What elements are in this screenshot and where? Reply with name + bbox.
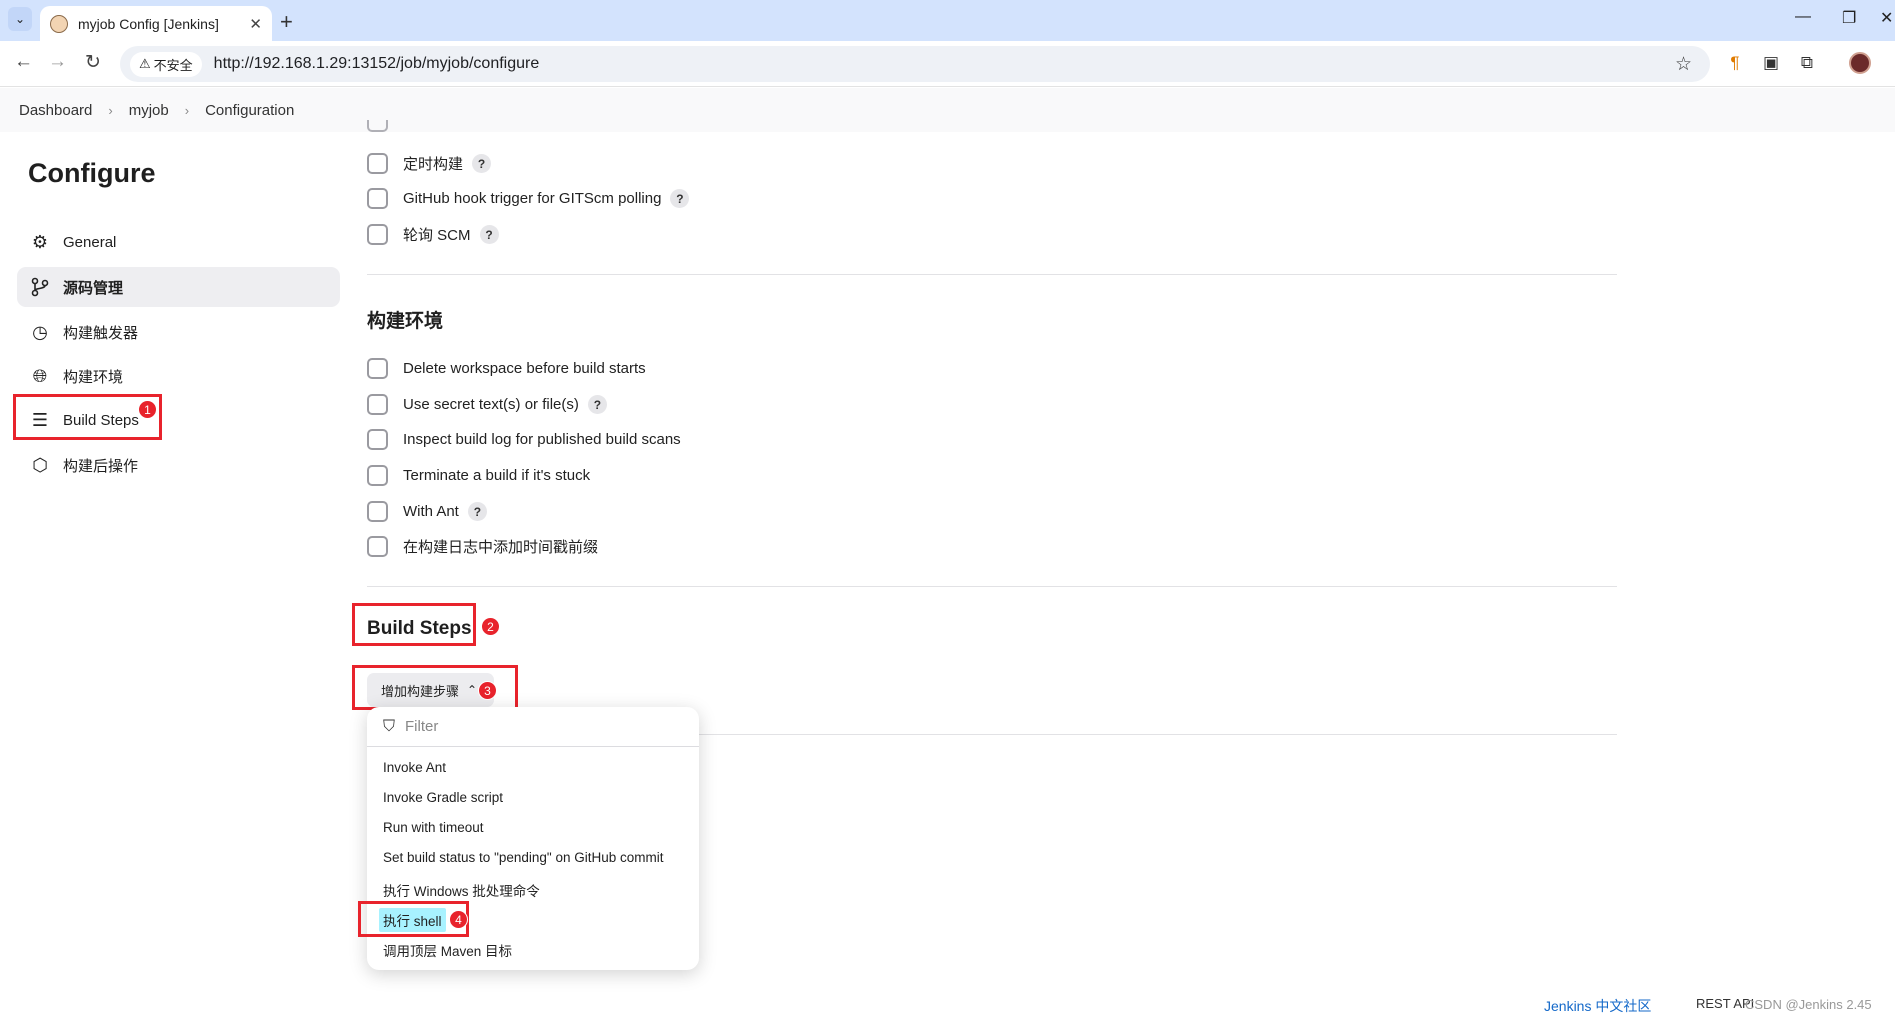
breadcrumb-dashboard[interactable]: Dashboard [19,102,92,119]
sidebar-item-label: 构建后操作 [63,457,139,475]
checkbox[interactable] [367,394,388,415]
sidebar-item-triggers[interactable]: ◷ 构建触发器 [17,312,340,352]
annotation-box-2 [352,603,476,646]
browser-tab-bar: ⌄ myjob Config [Jenkins] ✕ + — ❐ ✕ [0,0,1895,41]
checkbox[interactable] [367,153,388,174]
sidebar-item-label: General [63,233,117,251]
checkbox[interactable] [367,188,388,209]
annotation-box-1 [13,394,162,440]
checkbox[interactable] [367,536,388,557]
jenkins-favicon-icon [50,14,68,33]
clock-icon: ◷ [32,321,48,342]
trigger-row[interactable]: 轮询 SCM ? [367,224,499,245]
checkbox[interactable] [367,501,388,522]
security-label: 不安全 [153,57,193,73]
extension-translate-icon[interactable]: ¶ [1725,53,1745,73]
build-env-row[interactable]: 在构建日志中添加时间戳前缀 [367,536,598,557]
forward-icon[interactable]: → [48,51,67,73]
url-text[interactable]: http://192.168.1.29:13152/job/myjob/conf… [214,55,540,73]
menu-item-run-with-timeout[interactable]: Run with timeout [383,820,484,835]
checkbox-partial [367,120,388,132]
back-icon[interactable]: ← [14,51,33,73]
build-env-row[interactable]: Use secret text(s) or file(s) ? [367,394,607,415]
minimize-icon[interactable]: — [1795,8,1811,26]
globe-icon: 🌐︎ [32,365,48,386]
annotation-badge-1: 1 [138,400,157,419]
checkbox-label: 在构建日志中添加时间戳前缀 [403,539,599,556]
annotation-badge-4: 4 [449,910,468,929]
sidebar-item-label: 源码管理 [63,279,124,297]
footer-community-link[interactable]: Jenkins 中文社区 [1544,996,1651,1016]
security-chip[interactable]: ⚠ 不安全 [130,51,202,77]
bookmark-star-icon[interactable]: ☆ [1675,53,1692,76]
filter-input[interactable]: ⛉ Filter [367,707,699,747]
checkbox-label: Delete workspace before build starts [403,360,646,377]
checkbox[interactable] [367,429,388,450]
checkbox-label: 轮询 SCM [403,227,471,244]
sidebar-item-label: 构建环境 [63,368,124,386]
menu-item-set-build-status[interactable]: Set build status to "pending" on GitHub … [383,850,663,865]
menu-item-windows-batch[interactable]: 执行 Windows 批处理命令 [383,880,540,900]
tab-title: myjob Config [Jenkins] [78,15,219,32]
checkbox[interactable] [367,224,388,245]
warning-icon: ⚠ [139,56,151,71]
extensions-puzzle-icon[interactable]: ⧉ [1797,53,1817,73]
menu-item-invoke-ant[interactable]: Invoke Ant [383,760,446,775]
gear-icon: ⚙ [31,231,49,252]
help-icon[interactable]: ? [587,395,607,414]
help-icon[interactable]: ? [467,502,487,521]
breadcrumb: Dashboard › myjob › Configuration [0,88,1895,132]
trigger-row[interactable]: GitHub hook trigger for GITScm polling ? [367,188,690,209]
checkbox[interactable] [367,358,388,379]
checkbox-label: GitHub hook trigger for GITScm polling [403,190,662,207]
build-env-row[interactable]: Terminate a build if it's stuck [367,465,590,486]
filter-placeholder: Filter [405,718,439,735]
extension-icon[interactable]: ▣ [1761,53,1781,73]
watermark: CSDN @Jenkins 2.45 [1745,997,1872,1012]
window-close-icon[interactable]: ✕ [1880,8,1893,28]
filter-icon: ⛉ [383,717,396,735]
checkbox-label: Terminate a build if it's stuck [403,467,591,484]
browser-tab[interactable]: myjob Config [Jenkins] ✕ [40,6,272,41]
breadcrumb-separator-icon: › [108,102,113,118]
help-icon[interactable]: ? [670,189,690,208]
help-icon[interactable]: ? [479,225,499,244]
section-title-build-env: 构建环境 [367,311,444,332]
checkbox-label: Inspect build log for published build sc… [403,431,681,448]
section-divider [367,274,1617,275]
breadcrumb-separator-icon: › [184,102,190,118]
reload-icon[interactable]: ↻ [85,51,101,74]
help-icon[interactable]: ? [472,154,492,173]
branch-icon [29,276,51,298]
sidebar-item-general[interactable]: ⚙ General [17,222,340,262]
build-env-row[interactable]: Delete workspace before build starts [367,358,646,379]
omnibox[interactable]: ⚠ 不安全 http://192.168.1.29:13152/job/myjo… [120,46,1710,82]
section-divider [367,586,1617,587]
trigger-row[interactable]: 定时构建 ? [367,153,492,174]
sidebar-item-build-env[interactable]: 🌐︎ 构建环境 [17,356,340,396]
address-bar-row: ← → ↻ ⚠ 不安全 http://192.168.1.29:13152/jo… [0,41,1895,87]
checkbox-label: Use secret text(s) or file(s) [403,396,579,413]
sidebar-item-post-build[interactable]: ⬡ 构建后操作 [17,445,340,485]
sidebar-item-scm[interactable]: 源码管理 [17,267,340,307]
menu-item-invoke-gradle[interactable]: Invoke Gradle script [383,790,503,805]
annotation-badge-3: 3 [478,681,497,700]
annotation-badge-2: 2 [481,617,500,636]
checkbox[interactable] [367,465,388,486]
checkbox-label: 定时构建 [403,156,464,173]
tab-search-icon[interactable]: ⌄ [8,7,32,31]
package-icon: ⬡ [32,454,48,475]
menu-item-maven[interactable]: 调用顶层 Maven 目标 [383,940,512,960]
close-tab-icon[interactable]: ✕ [249,15,262,33]
checkbox-label: With Ant [403,503,459,520]
new-tab-icon[interactable]: + [280,9,293,35]
build-env-row[interactable]: With Ant ? [367,501,487,522]
breadcrumb-configuration[interactable]: Configuration [205,102,294,119]
page-title: Configure [28,158,156,188]
build-env-row[interactable]: Inspect build log for published build sc… [367,429,681,450]
breadcrumb-myjob[interactable]: myjob [129,102,169,119]
sidebar-item-label: 构建触发器 [63,324,139,342]
profile-avatar[interactable] [1849,52,1871,74]
restore-icon[interactable]: ❐ [1842,8,1856,28]
